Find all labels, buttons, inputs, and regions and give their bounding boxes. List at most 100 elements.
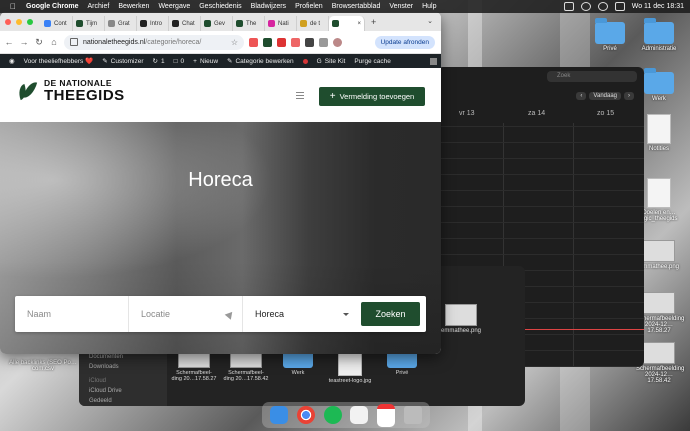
wp-updates[interactable]: ↻ 1 <box>153 57 165 66</box>
location-input[interactable]: Locatie <box>129 296 243 332</box>
next-icon[interactable]: › <box>624 92 634 100</box>
browser-tab[interactable]: Grat <box>105 16 137 31</box>
hero-banner: Horeca Naam Locatie Horeca Zoeken <box>0 122 441 354</box>
sidebar-item-downloads[interactable]: Downloads <box>79 362 167 372</box>
hamburger-menu-icon[interactable] <box>296 92 304 101</box>
wp-edit-category[interactable]: ✎ Categorie bewerken <box>227 57 294 66</box>
page-title: Horeca <box>188 169 253 191</box>
wp-new[interactable]: + Nieuw <box>193 58 218 65</box>
menu-hulp[interactable]: Hulp <box>422 3 436 10</box>
wp-purge-cache[interactable]: Purge cache <box>354 58 391 65</box>
browser-tab[interactable]: Gev <box>201 16 233 31</box>
browser-tab[interactable]: Intro <box>137 16 169 31</box>
wifi-icon[interactable] <box>580 2 591 11</box>
tabs: Cont Tijm Grat Intro Chat Gev The Nati de t × <box>41 12 365 31</box>
extension-icon[interactable] <box>291 37 300 47</box>
apple-icon[interactable]:  <box>8 2 18 11</box>
today-button[interactable]: Vandaag <box>589 92 621 100</box>
desktop-file-backlinks[interactable]: Alle backlinks (SEO Po…com.csv <box>8 360 78 372</box>
update-button[interactable]: Update afronden <box>374 35 435 49</box>
site-info-icon[interactable] <box>70 38 78 46</box>
zoom-window-icon[interactable] <box>27 18 33 25</box>
menu-bladwijzers[interactable]: Bladwijzers <box>251 3 286 10</box>
tab-search-icon[interactable]: ⌄ <box>427 17 433 25</box>
wp-account-avatar[interactable] <box>430 57 437 65</box>
document-icon <box>647 178 671 208</box>
desktop-folder-prive[interactable]: Privé <box>587 18 633 52</box>
menubar-app-name[interactable]: Google Chrome <box>26 3 79 10</box>
listing-search-form: Naam Locatie Horeca Zoeken <box>15 296 426 332</box>
extensions-puzzle-icon[interactable] <box>319 37 328 47</box>
image-icon <box>445 304 477 326</box>
menu-weergave[interactable]: Weergave <box>158 3 190 10</box>
category-select[interactable]: Horeca <box>243 296 357 332</box>
extension-icon[interactable] <box>277 37 286 47</box>
browser-tab[interactable]: de t <box>297 16 329 31</box>
pocket-extension-icon[interactable] <box>249 37 258 47</box>
trash-dock-icon[interactable] <box>403 406 422 424</box>
sidebar-item-gedeeld[interactable]: Gedeeld <box>79 396 167 406</box>
wp-site-name[interactable]: Voor theeliefhebbers ❤️ <box>24 57 94 65</box>
browser-tab[interactable]: The <box>233 16 265 31</box>
search-button[interactable]: Zoeken <box>361 302 420 326</box>
reload-icon[interactable]: ↻ <box>33 37 45 48</box>
finder-dock-icon[interactable] <box>270 406 289 424</box>
browser-tab[interactable]: Cont <box>41 16 73 31</box>
minimize-window-icon[interactable] <box>16 18 22 25</box>
wp-customizer[interactable]: ✎ Customizer <box>102 57 143 66</box>
home-icon[interactable]: ⌂ <box>48 37 60 47</box>
address-bar[interactable]: nationaletheegids.nl/categorie/horeca/ ☆ <box>64 34 244 50</box>
current-time-line <box>517 329 644 330</box>
browser-tab[interactable]: Nati <box>265 16 297 31</box>
tab-active[interactable]: × <box>329 16 365 31</box>
browser-tab[interactable]: Chat <box>169 16 201 31</box>
new-tab-icon[interactable]: + <box>371 17 376 27</box>
wp-logo-icon[interactable]: ◉ <box>9 57 15 65</box>
add-listing-button[interactable]: + Vermelding toevoegen <box>319 87 425 106</box>
close-window-icon[interactable] <box>5 18 11 25</box>
profile-avatar[interactable] <box>333 37 342 47</box>
finder-file-emmathee[interactable]: emmathee.png <box>436 304 486 334</box>
name-input[interactable]: Naam <box>15 296 129 332</box>
image-icon <box>643 342 675 364</box>
wp-comments[interactable]: □ 0 <box>174 58 185 65</box>
extension-icon[interactable] <box>263 37 272 47</box>
menu-archief[interactable]: Archief <box>88 3 110 10</box>
tab-label: The <box>246 20 257 27</box>
site-logo[interactable]: DE NATIONALE THEEGIDS <box>15 79 125 103</box>
wp-site-kit[interactable]: G Site Kit <box>317 58 346 65</box>
favicon-icon <box>44 20 51 27</box>
battery-icon[interactable] <box>563 2 574 11</box>
menu-browsertabblad[interactable]: Browsertabblad <box>332 3 381 10</box>
close-tab-icon[interactable]: × <box>357 21 361 27</box>
bookmark-star-icon[interactable]: ☆ <box>231 38 238 47</box>
tab-label: Chat <box>182 20 195 27</box>
prev-icon[interactable]: ‹ <box>576 92 587 100</box>
site-header: DE NATIONALE THEEGIDS + Vermelding toevoe… <box>0 68 441 123</box>
textedit-dock-icon[interactable] <box>350 406 369 424</box>
menu-geschiedenis[interactable]: Geschiedenis <box>199 3 241 10</box>
calendar-dock-icon[interactable] <box>376 403 395 427</box>
location-arrow-icon[interactable] <box>224 309 236 320</box>
extension-icon[interactable] <box>305 37 314 47</box>
tab-label: Tijm <box>86 20 98 27</box>
menu-venster[interactable]: Venster <box>389 3 413 10</box>
chrome-dock-icon[interactable] <box>296 406 315 424</box>
back-icon[interactable]: ← <box>3 37 15 47</box>
control-center-icon[interactable] <box>614 2 625 11</box>
calendar-search[interactable]: Zoek <box>547 71 637 82</box>
menu-bewerken[interactable]: Bewerken <box>118 3 149 10</box>
browser-tab[interactable]: Tijm <box>73 16 105 31</box>
document-icon <box>647 114 671 144</box>
spotify-dock-icon[interactable] <box>323 406 342 424</box>
forward-icon[interactable]: → <box>18 37 30 47</box>
menubar-clock[interactable]: Wo 11 dec 18:31 <box>632 3 684 10</box>
desktop-folder-administratie[interactable]: Administratie <box>636 18 682 52</box>
plus-icon: + <box>193 57 197 65</box>
chrome-window: Cont Tijm Grat Intro Chat Gev The Nati de t × + ⌄… <box>0 12 441 354</box>
wp-status[interactable] <box>302 58 308 64</box>
tab-label: de t <box>310 20 321 27</box>
menu-profielen[interactable]: Profielen <box>295 3 323 10</box>
search-icon[interactable] <box>597 2 608 11</box>
sidebar-item-icloud-drive[interactable]: iCloud Drive <box>79 386 167 396</box>
